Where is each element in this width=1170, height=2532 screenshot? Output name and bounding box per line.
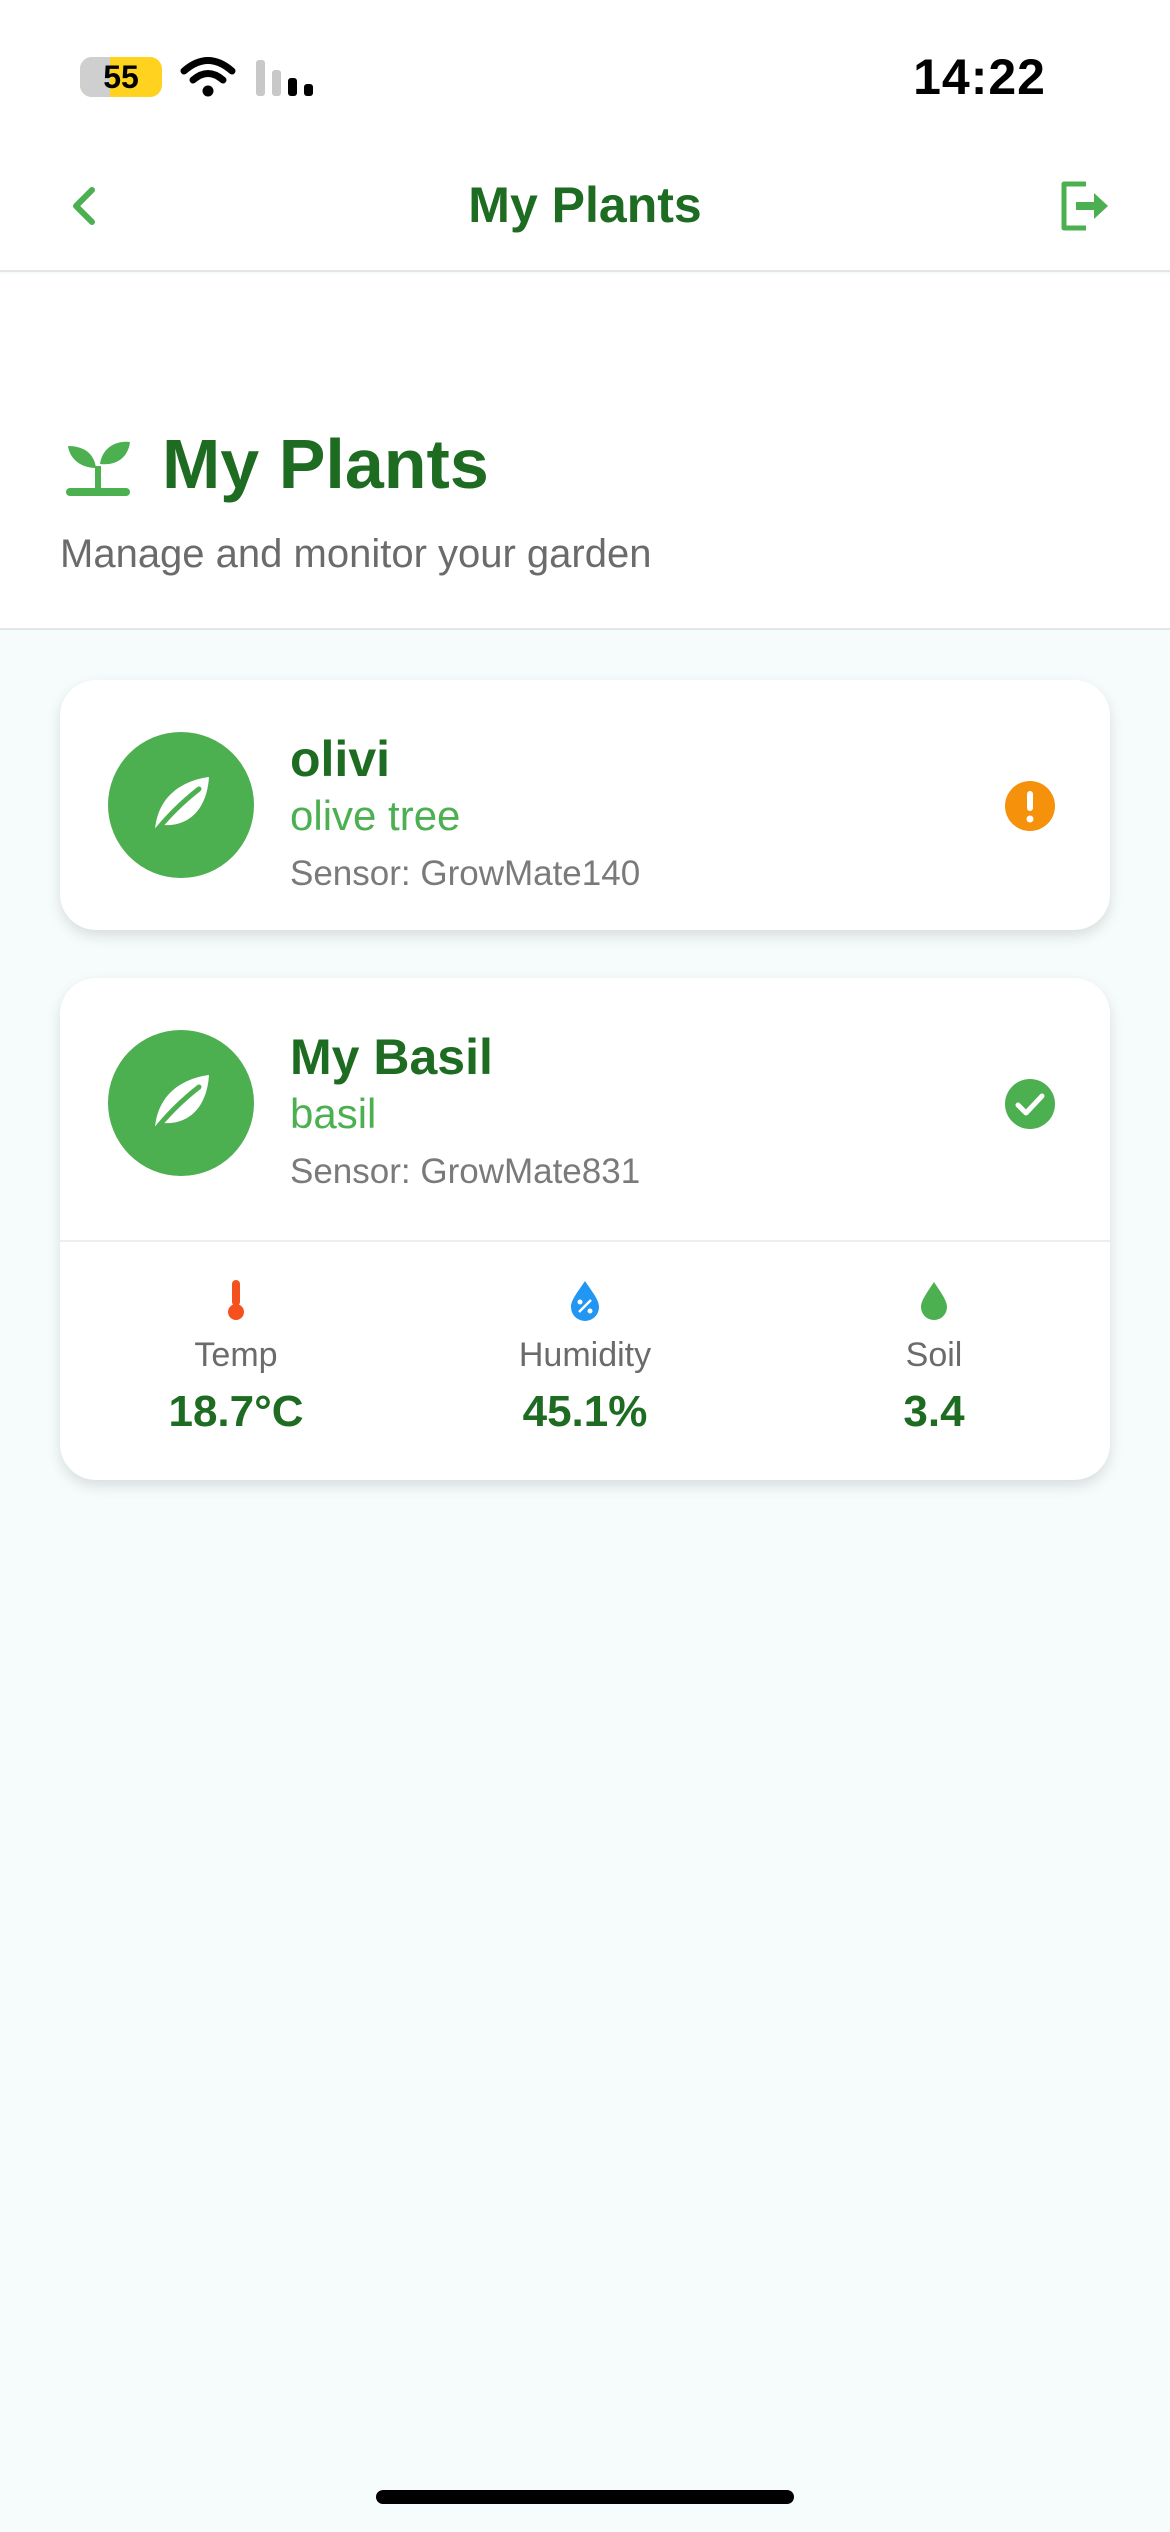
metric-humidity: Humidity 45.1% <box>435 1278 735 1437</box>
plant-card-olivi[interactable]: olivi olive tree Sensor: GrowMate140 <box>60 680 1110 930</box>
nav-title: My Plants <box>468 177 702 233</box>
plant-species: olive tree <box>290 792 461 839</box>
metric-label: Humidity <box>518 1336 652 1374</box>
status-bar: 55 14:22 <box>0 0 1170 140</box>
header-section: My Plants Manage and monitor your garden <box>0 274 1170 630</box>
plant-card-my-basil[interactable]: My Basil basil Sensor: GrowMate831 Temp … <box>60 978 1110 1480</box>
check-circle-icon <box>1005 1079 1055 1129</box>
battery-icon: 55 <box>80 57 162 97</box>
wifi-icon <box>180 57 236 97</box>
page-title: My Plants <box>162 425 489 503</box>
battery-level: 55 <box>103 59 139 95</box>
plant-sensor: Sensor: GrowMate140 <box>290 854 641 893</box>
navigation-bar: My Plants <box>0 140 1170 272</box>
screen: 55 14:22 My Plants My Plants Manage and … <box>0 0 1170 2532</box>
metric-label: Soil <box>905 1336 963 1374</box>
plant-name: My Basil <box>290 1029 493 1085</box>
page-subtitle: Manage and monitor your garden <box>60 532 652 576</box>
metric-soil: Soil 3.4 <box>784 1278 1084 1437</box>
plant-sensor: Sensor: GrowMate831 <box>290 1152 641 1191</box>
plant-avatar <box>108 732 254 878</box>
home-indicator[interactable] <box>376 2490 794 2504</box>
leaf-icon <box>150 777 209 838</box>
warning-icon <box>1005 781 1055 831</box>
metric-label: Temp <box>194 1336 278 1374</box>
humidity-icon <box>571 1281 599 1321</box>
metric-value: 18.7°C <box>168 1387 304 1436</box>
status-time: 14:22 <box>913 49 1046 105</box>
metric-value: 45.1% <box>522 1387 648 1436</box>
water-drop-icon <box>921 1282 947 1320</box>
plant-species: basil <box>290 1090 377 1137</box>
cellular-signal-icon <box>256 60 313 96</box>
plant-name: olivi <box>290 731 391 787</box>
plant-avatar <box>108 1030 254 1176</box>
metric-temp: Temp 18.7°C <box>86 1278 386 1437</box>
metric-value: 3.4 <box>903 1387 965 1436</box>
logout-button[interactable] <box>1056 178 1112 234</box>
sensor-metrics: Temp 18.7°C Humidity 45.1% Soil 3.4 <box>60 1240 1110 1480</box>
leaf-icon <box>150 1075 209 1136</box>
sprout-icon <box>66 441 130 496</box>
thermometer-icon <box>228 1280 244 1320</box>
